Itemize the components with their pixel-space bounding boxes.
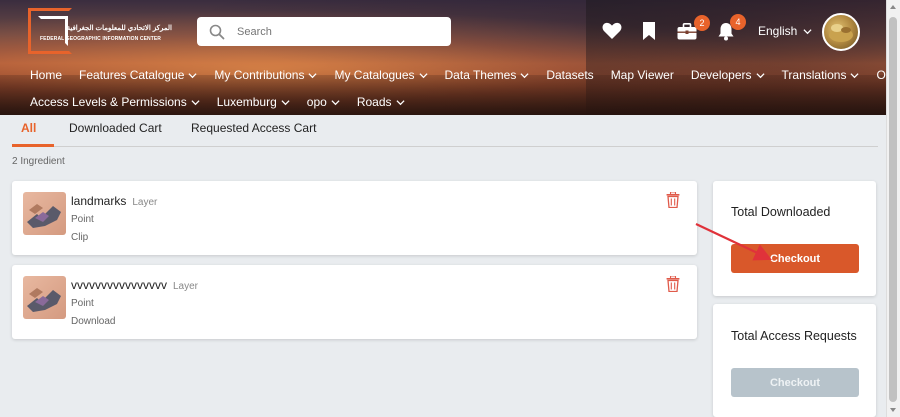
chevron-down-icon <box>281 99 290 105</box>
nav-item-label: Developers <box>690 68 752 82</box>
cart-tabs: All Downloaded Cart Requested Access Car… <box>12 115 878 147</box>
chevron-down-icon <box>850 72 859 78</box>
nav-item-label: Roads <box>356 95 392 109</box>
item-name[interactable]: landmarks <box>71 194 126 208</box>
nav-item-developers[interactable]: Developers <box>691 68 765 82</box>
heart-icon <box>602 22 622 39</box>
logo-english-text: FEDERAL GEOGRAPHIC INFORMATION CENTER <box>40 36 162 42</box>
item-geometry: Point <box>71 214 94 225</box>
nav-item-label: Home <box>30 68 63 82</box>
nav-item-my-contributions[interactable]: My Contributions <box>214 68 318 82</box>
nav-item-label: Data Themes <box>444 68 517 82</box>
trash-icon[interactable] <box>666 276 680 292</box>
tab-all[interactable]: All <box>21 121 36 135</box>
user-avatar[interactable] <box>822 13 860 51</box>
favorites-button[interactable] <box>601 20 623 42</box>
nav-item-my-catalogues[interactable]: My Catalogues <box>334 68 428 82</box>
nav-item-label: Organizations <box>876 68 886 82</box>
tab-downloaded-cart[interactable]: Downloaded Cart <box>69 121 162 135</box>
item-type: Layer <box>173 281 199 292</box>
nav-item-roads[interactable]: Roads <box>357 95 405 109</box>
bookmark-icon <box>643 22 655 40</box>
active-tab-indicator <box>12 144 54 147</box>
item-thumbnail <box>23 192 66 235</box>
nav-item-label: Luxemburg <box>216 95 277 109</box>
chevron-down-icon <box>308 72 318 78</box>
item-type: Layer <box>132 197 158 208</box>
chevron-down-icon <box>331 99 340 105</box>
nav-item-opo[interactable]: opo <box>307 95 340 109</box>
nav-item-label: Features Catalogue <box>79 68 185 82</box>
vertical-scrollbar[interactable] <box>886 0 900 417</box>
search-icon <box>209 24 225 39</box>
chevron-down-icon <box>188 72 197 78</box>
nav-item-label: opo <box>306 95 327 109</box>
nav-item-home[interactable]: Home <box>30 68 62 82</box>
access-requests-panel: Total Access Requests Checkout <box>713 304 876 417</box>
logo-arabic-text: المركز الاتحادي للمعلومات الجغرافية <box>66 25 172 32</box>
item-name[interactable]: vvvvvvvvvvvvvvvv <box>71 278 167 292</box>
language-selector[interactable]: English <box>758 24 812 38</box>
chevron-down-icon <box>803 28 812 34</box>
nav-item-access-levels-permissions[interactable]: Access Levels & Permissions <box>30 95 200 109</box>
item-action: Clip <box>71 232 89 243</box>
nav-item-label: Translations <box>781 68 847 82</box>
chevron-down-icon <box>395 99 405 105</box>
item-geometry: Point <box>71 298 94 309</box>
main-nav-row-2: Access Levels & Permissions Luxemburg opo R… <box>30 95 422 109</box>
cart-item: landmarks Layer Point Clip <box>12 181 697 255</box>
checkout-download-button[interactable]: Checkout <box>731 244 859 273</box>
header-banner: المركز الاتحادي للمعلومات الجغرافية FEDE… <box>0 0 886 115</box>
cart-item: vvvvvvvvvvvvvvvv Layer Point Download <box>12 265 697 339</box>
nav-item-datasets[interactable]: Datasets <box>546 68 593 82</box>
checkout-access-button[interactable]: Checkout <box>731 368 859 397</box>
nav-item-organizations[interactable]: Organizations <box>876 68 886 82</box>
nav-item-label: My Catalogues <box>334 68 415 82</box>
nav-item-label: Access Levels & Permissions <box>30 95 187 109</box>
nav-item-translations[interactable]: Translations <box>782 68 860 82</box>
scroll-up-arrow-icon[interactable] <box>886 0 900 14</box>
access-panel-title: Total Access Requests <box>731 329 857 343</box>
site-logo[interactable]: المركز الاتحادي للمعلومات الجغرافية FEDE… <box>28 8 172 54</box>
main-nav-row-1: Home Features Catalogue My Contributions My… <box>30 68 886 82</box>
nav-item-label: Map Viewer <box>610 68 674 82</box>
nav-item-map-viewer[interactable]: Map Viewer <box>611 68 674 82</box>
downloaded-panel-title: Total Downloaded <box>731 205 831 219</box>
search-input[interactable] <box>237 25 427 38</box>
search-box[interactable] <box>197 17 451 46</box>
chevron-down-icon <box>418 72 428 78</box>
chevron-down-icon <box>755 72 765 78</box>
language-label: English <box>758 24 798 38</box>
nav-item-luxemburg[interactable]: Luxemburg <box>217 95 290 109</box>
item-name-row: vvvvvvvvvvvvvvvv Layer <box>71 278 198 292</box>
tab-requested-access-cart[interactable]: Requested Access Cart <box>191 121 316 135</box>
trash-icon[interactable] <box>666 192 680 208</box>
item-name-row: landmarks Layer <box>71 194 157 208</box>
scroll-down-arrow-icon[interactable] <box>886 403 900 417</box>
chevron-down-icon <box>191 99 200 105</box>
cart-count-badge: 2 <box>694 15 710 31</box>
scrollbar-thumb[interactable] <box>889 17 897 402</box>
item-count: 2 Ingredient <box>12 156 65 167</box>
nav-item-label: My Contributions <box>214 68 305 82</box>
bookmarks-button[interactable] <box>638 20 660 42</box>
downloaded-summary-panel: Total Downloaded Checkout <box>713 181 876 296</box>
nav-item-features-catalogue[interactable]: Features Catalogue <box>79 68 197 82</box>
nav-item-label: Datasets <box>546 68 594 82</box>
notification-count-badge: 4 <box>730 14 746 30</box>
item-action: Download <box>71 316 116 327</box>
chevron-down-icon <box>520 72 529 78</box>
nav-item-data-themes[interactable]: Data Themes <box>445 68 530 82</box>
item-thumbnail <box>23 276 66 319</box>
